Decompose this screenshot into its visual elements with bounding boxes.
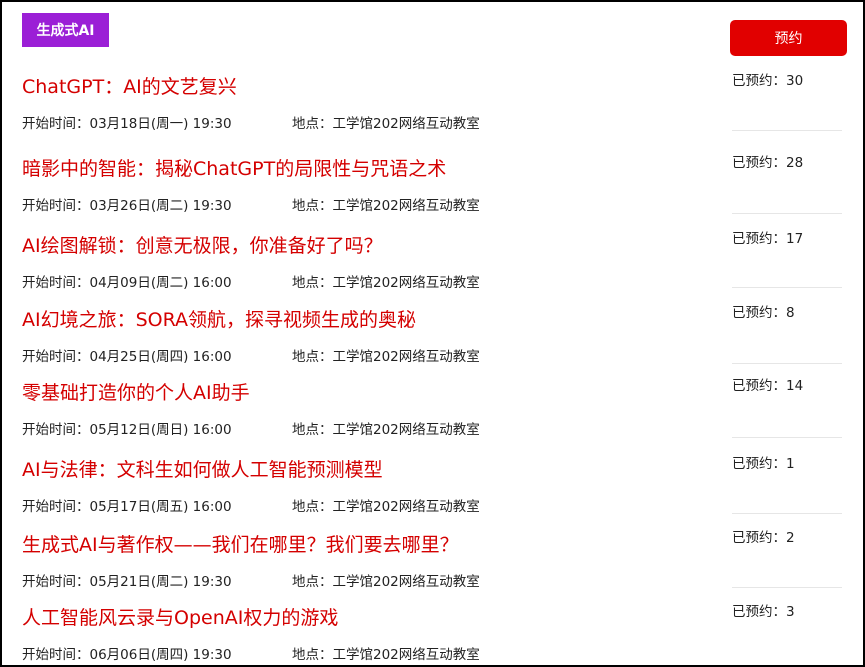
event-start-time: 开始时间：06月06日(周四) 19:30 (22, 647, 232, 663)
event-start-time: 开始时间：03月18日(周一) 19:30 (22, 116, 232, 132)
event-start-time: 开始时间：03月26日(周二) 19:30 (22, 198, 232, 214)
booked-count: 已预约：28 (732, 155, 804, 171)
event-location: 地点：工学馆202网络互动教室 (292, 647, 480, 663)
event-title[interactable]: AI与法律：文科生如何做人工智能预测模型 (22, 455, 383, 482)
event-start-time: 开始时间：04月25日(周四) 16:00 (22, 349, 232, 365)
event-start-time: 开始时间：05月21日(周二) 19:30 (22, 574, 232, 590)
event-title[interactable]: 暗影中的智能：揭秘ChatGPT的局限性与咒语之术 (22, 154, 446, 181)
book-button[interactable]: 预约 (730, 20, 847, 56)
booked-count: 已预约：3 (732, 604, 795, 620)
booked-count: 已预约：30 (732, 73, 804, 89)
booked-count: 已预约：14 (732, 378, 804, 394)
event-location: 地点：工学馆202网络互动教室 (292, 422, 480, 438)
divider (732, 130, 842, 131)
divider (732, 363, 842, 364)
event-location: 地点：工学馆202网络互动教室 (292, 349, 480, 365)
event-title[interactable]: ChatGPT：AI的文艺复兴 (22, 72, 237, 99)
event-title[interactable]: AI绘图解锁：创意无极限，你准备好了吗？ (22, 231, 383, 258)
booked-count: 已预约：17 (732, 231, 804, 247)
event-title[interactable]: 零基础打造你的个人AI助手 (22, 378, 250, 405)
event-list-panel: 生成式AI 预约 ChatGPT：AI的文艺复兴 开始时间：03月18日(周一)… (0, 0, 865, 667)
divider (732, 587, 842, 588)
divider (732, 513, 842, 514)
event-title[interactable]: AI幻境之旅：SORA领航，探寻视频生成的奥秘 (22, 305, 416, 332)
event-location: 地点：工学馆202网络互动教室 (292, 499, 480, 515)
event-title[interactable]: 生成式AI与著作权——我们在哪里？我们要去哪里？ (22, 530, 459, 557)
event-location: 地点：工学馆202网络互动教室 (292, 574, 480, 590)
booked-count: 已预约：8 (732, 305, 795, 321)
divider (732, 437, 842, 438)
booked-count: 已预约：1 (732, 456, 795, 472)
divider (732, 213, 842, 214)
event-start-time: 开始时间：04月09日(周二) 16:00 (22, 275, 232, 291)
event-start-time: 开始时间：05月17日(周五) 16:00 (22, 499, 232, 515)
divider (732, 287, 842, 288)
event-location: 地点：工学馆202网络互动教室 (292, 198, 480, 214)
booked-count: 已预约：2 (732, 530, 795, 546)
event-location: 地点：工学馆202网络互动教室 (292, 275, 480, 291)
event-title[interactable]: 人工智能风云录与OpenAI权力的游戏 (22, 603, 338, 630)
event-location: 地点：工学馆202网络互动教室 (292, 116, 480, 132)
event-start-time: 开始时间：05月12日(周日) 16:00 (22, 422, 232, 438)
category-tag: 生成式AI (22, 13, 109, 47)
